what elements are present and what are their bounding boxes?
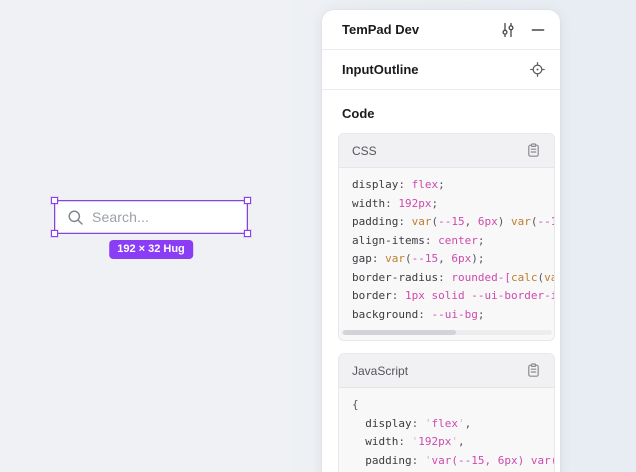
copy-icon[interactable]	[526, 143, 541, 158]
component-name: InputOutline	[342, 62, 530, 77]
locate-target-icon[interactable]	[530, 62, 545, 77]
javascript-block-header: JavaScript	[339, 354, 554, 388]
selection-handle-bottom-right[interactable]	[244, 230, 251, 237]
css-code-body[interactable]: display: flex;width: 192px;padding: var(…	[339, 168, 554, 328]
code-line: border-radius: rounded-[calc(var(--round…	[352, 269, 541, 288]
panel-title: TemPad Dev	[342, 22, 500, 37]
code-line: padding: 'var(--15, 6px) var(--15, 6px)'…	[352, 452, 541, 471]
selection-handle-bottom-left[interactable]	[51, 230, 58, 237]
minimize-icon[interactable]	[531, 23, 545, 37]
code-line: border: 1px solid --ui-border-input;	[352, 287, 541, 306]
css-code-block: CSS display: flex;width: 192px;padding: …	[338, 133, 555, 341]
code-line: background: --ui-bg;	[352, 306, 541, 325]
code-line: align-items: center;	[352, 232, 541, 251]
selection-size-badge: 192 × 32 Hug	[109, 240, 193, 259]
canvas-search-input[interactable]: Search...	[55, 201, 247, 233]
search-placeholder: Search...	[92, 209, 149, 225]
copy-icon[interactable]	[526, 363, 541, 378]
code-line: width: 192px;	[352, 195, 541, 214]
css-block-header: CSS	[339, 134, 554, 168]
code-line: display: flex;	[352, 176, 541, 195]
code-section-label: Code	[342, 106, 540, 121]
tempad-dev-panel: TemPad Dev InputOutline	[322, 10, 560, 472]
search-icon	[67, 209, 84, 226]
css-block-label: CSS	[352, 144, 526, 158]
code-line: display: 'flex',	[352, 415, 541, 434]
javascript-code-block: JavaScript { display: 'flex', width: '19…	[338, 353, 555, 472]
code-line: {	[352, 396, 541, 415]
panel-header: TemPad Dev	[322, 10, 560, 50]
sliders-icon[interactable]	[500, 22, 516, 38]
javascript-block-label: JavaScript	[352, 364, 526, 378]
code-line: padding: var(--15, 6px) var(--15, 6px);	[352, 213, 541, 232]
selection-handle-top-right[interactable]	[244, 197, 251, 204]
scrollbar-thumb[interactable]	[343, 330, 456, 335]
javascript-code-body[interactable]: { display: 'flex', width: '192px', paddi…	[339, 388, 554, 472]
code-line: width: '192px',	[352, 433, 541, 452]
code-line: gap: var(--15, 6px);	[352, 250, 541, 269]
horizontal-scrollbar	[341, 330, 552, 335]
selection-handle-top-left[interactable]	[51, 197, 58, 204]
component-row: InputOutline	[322, 50, 560, 90]
